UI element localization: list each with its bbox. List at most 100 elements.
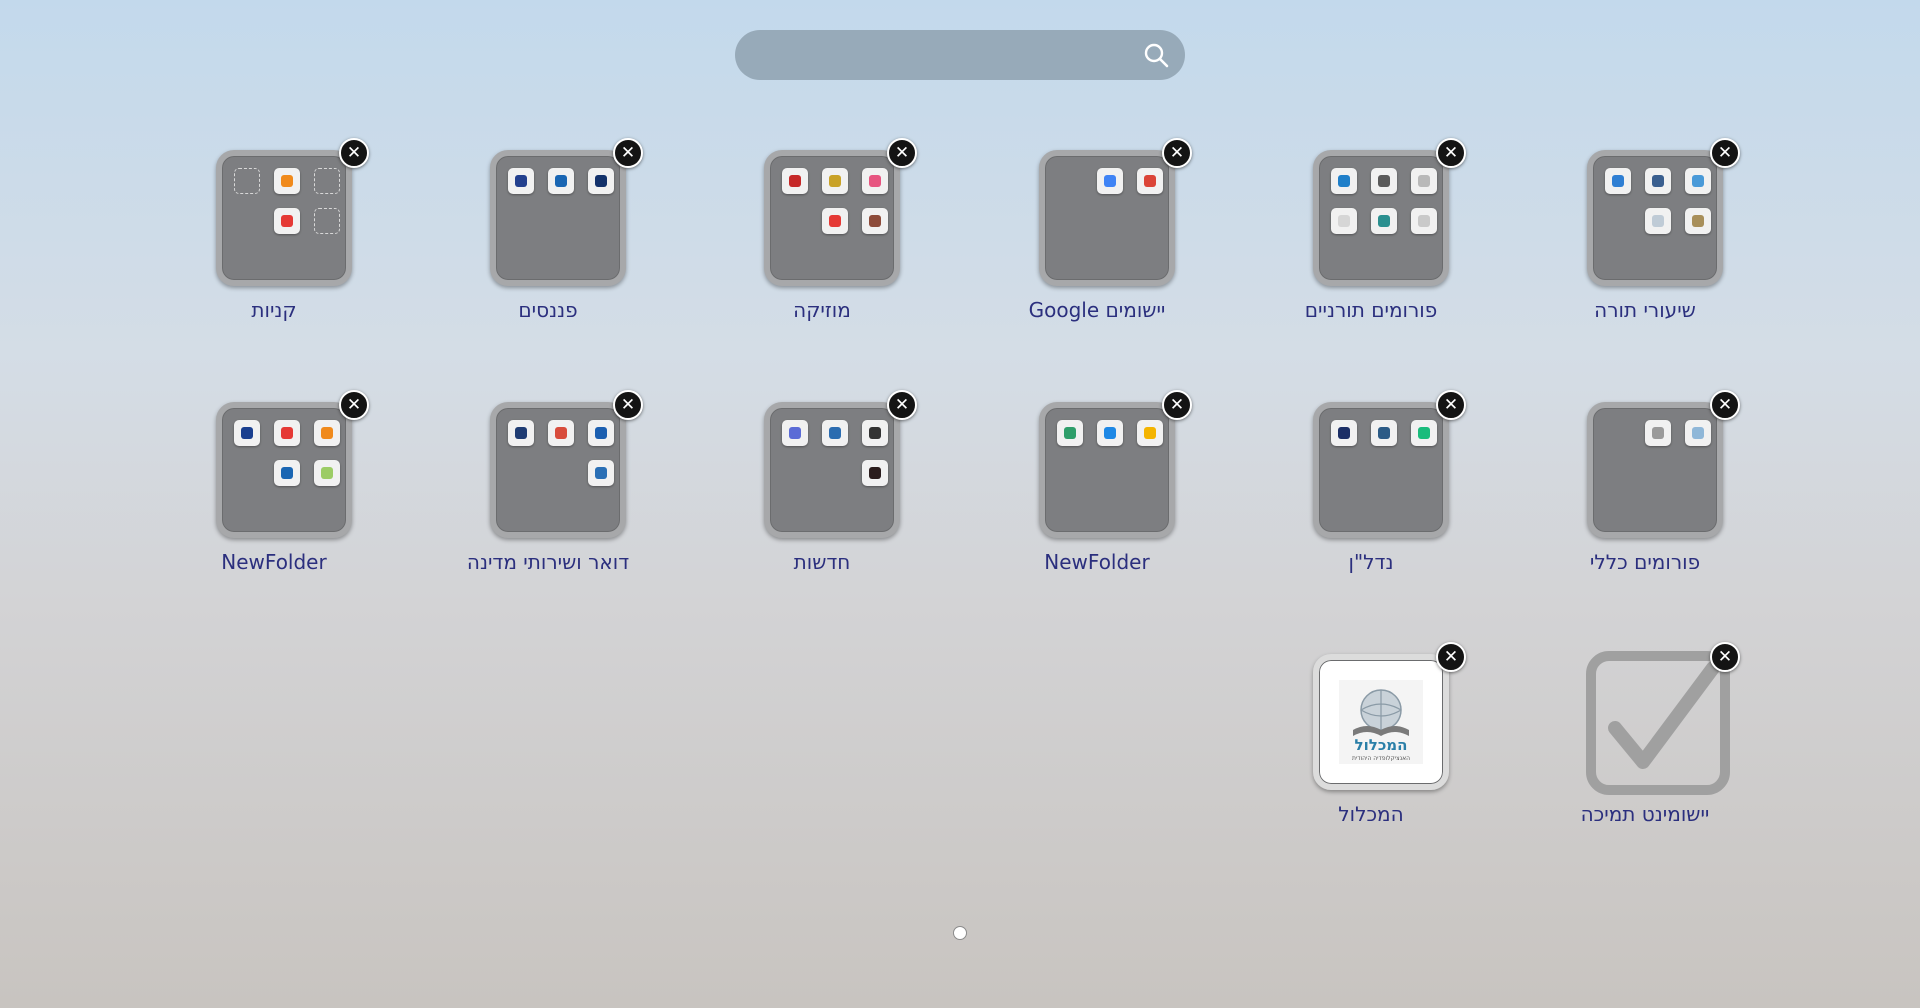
app-yeshuminet-support[interactable]: ✕ יישומינט תמיכה	[1545, 642, 1745, 844]
remove-folder-button[interactable]: ✕	[339, 390, 369, 420]
folder-torah-forums[interactable]: ✕ פורומים תורניים	[1271, 138, 1471, 340]
app-thumbnail-icon	[862, 460, 888, 486]
folder-icon-frame	[490, 402, 626, 538]
folder-label: שיעורי תורה	[1594, 298, 1696, 322]
app-icon-frame: המכלול האנציקלופדיה היהודית	[1313, 654, 1449, 790]
app-thumbnail-icon	[1371, 168, 1397, 194]
app-thumbnail-icon	[1137, 420, 1163, 446]
app-thumbnail-icon	[1645, 168, 1671, 194]
app-thumbnail-icon	[1411, 208, 1437, 234]
folder-icon-frame	[1313, 402, 1449, 538]
search-bar[interactable]	[735, 30, 1185, 82]
app-thumbnail-icon	[314, 420, 340, 446]
app-thumbnail-icon	[822, 208, 848, 234]
app-thumbnail-icon	[1097, 168, 1123, 194]
app-thumbnail-icon	[862, 208, 888, 234]
remove-folder-button[interactable]: ✕	[887, 138, 917, 168]
app-thumbnail-icon	[822, 168, 848, 194]
folder-label: פורומים כללי	[1589, 550, 1701, 574]
remove-folder-button[interactable]: ✕	[1162, 390, 1192, 420]
app-thumbnail-icon	[1331, 208, 1357, 234]
folder-icon-frame	[216, 150, 352, 286]
remove-folder-button[interactable]: ✕	[339, 138, 369, 168]
folder-label: נדל"ן	[1348, 550, 1394, 574]
search-icon[interactable]	[1143, 42, 1169, 68]
folder-icon-frame	[764, 402, 900, 538]
folder-real-estate[interactable]: ✕ נדל"ן	[1271, 390, 1471, 592]
empty-slot	[314, 208, 340, 234]
empty-slot	[234, 168, 260, 194]
page-indicator-dot[interactable]	[953, 926, 967, 940]
folder-label: יישומים Google	[1028, 298, 1166, 322]
folder-general-forums[interactable]: ✕ פורומים כללי	[1545, 390, 1745, 592]
remove-folder-button[interactable]: ✕	[1162, 138, 1192, 168]
folder-google-apps[interactable]: ✕ יישומים Google	[997, 138, 1197, 340]
app-thumbnail-icon	[1645, 420, 1671, 446]
checkmark-icon	[1586, 651, 1730, 795]
remove-app-button[interactable]: ✕	[1436, 642, 1466, 672]
app-label: יישומינט תמיכה	[1580, 802, 1710, 826]
remove-folder-button[interactable]: ✕	[613, 390, 643, 420]
folder-music[interactable]: ✕ מוזיקה	[722, 138, 922, 340]
app-thumbnail-icon	[862, 168, 888, 194]
folder-label: קניות	[251, 298, 297, 322]
folder-mail-gov[interactable]: ✕ דואר ושירותי מדינה	[448, 390, 648, 592]
app-thumbnail-icon	[588, 420, 614, 446]
folder-newfolder-1[interactable]: ✕ NewFolder	[997, 390, 1197, 592]
search-input[interactable]	[759, 30, 1123, 82]
remove-folder-button[interactable]: ✕	[613, 138, 643, 168]
folder-icon-frame	[1039, 402, 1175, 538]
hamichlol-logo-icon: המכלול האנציקלופדיה היהודית	[1339, 680, 1423, 764]
folder-newfolder-2[interactable]: ✕ NewFolder	[174, 390, 374, 592]
app-thumbnail-icon	[1645, 208, 1671, 234]
folder-label: NewFolder	[221, 550, 327, 574]
folder-icon-frame	[764, 150, 900, 286]
remove-folder-button[interactable]: ✕	[1710, 138, 1740, 168]
folder-label: פורומים תורניים	[1304, 298, 1438, 322]
remove-folder-button[interactable]: ✕	[1710, 390, 1740, 420]
folder-icon-frame	[1587, 150, 1723, 286]
folder-shopping[interactable]: ✕ קניות	[174, 138, 374, 340]
folder-icon-frame	[1587, 402, 1723, 538]
app-thumbnail-icon	[1411, 168, 1437, 194]
app-thumbnail-icon	[1097, 420, 1123, 446]
folder-label: NewFolder	[1044, 550, 1150, 574]
app-hamichlol[interactable]: המכלול האנציקלופדיה היהודית ✕ המכלול	[1271, 642, 1471, 844]
app-thumbnail-icon	[1605, 168, 1631, 194]
app-thumbnail-icon	[1411, 420, 1437, 446]
folder-label: מוזיקה	[793, 298, 851, 322]
app-thumbnail-icon	[234, 420, 260, 446]
remove-folder-button[interactable]: ✕	[887, 390, 917, 420]
app-thumbnail-icon	[548, 420, 574, 446]
folder-torah-lessons[interactable]: ✕ שיעורי תורה	[1545, 138, 1745, 340]
remove-app-button[interactable]: ✕	[1710, 642, 1740, 672]
folder-label: חדשות	[793, 550, 851, 574]
app-thumbnail-icon	[548, 168, 574, 194]
app-thumbnail-icon	[822, 420, 848, 446]
app-thumbnail-icon	[274, 420, 300, 446]
app-thumbnail-icon	[274, 460, 300, 486]
app-thumbnail-icon	[1331, 168, 1357, 194]
app-label: המכלול	[1338, 802, 1404, 826]
app-thumbnail-icon	[274, 168, 300, 194]
app-thumbnail-icon	[782, 420, 808, 446]
app-thumbnail-icon	[588, 460, 614, 486]
empty-slot	[314, 168, 340, 194]
folder-label: דואר ושירותי מדינה	[466, 550, 630, 574]
app-thumbnail-icon	[1057, 420, 1083, 446]
folder-finance[interactable]: ✕ פננסים	[448, 138, 648, 340]
folder-label: פננסים	[518, 298, 578, 322]
app-thumbnail-icon	[782, 168, 808, 194]
folder-news[interactable]: ✕ חדשות	[722, 390, 922, 592]
app-thumbnail-icon	[1685, 168, 1711, 194]
app-thumbnail-icon	[508, 168, 534, 194]
app-thumbnail-icon	[274, 208, 300, 234]
logo-subtext: האנציקלופדיה היהודית	[1352, 755, 1410, 762]
app-thumbnail-icon	[314, 460, 340, 486]
app-thumbnail-icon	[1371, 208, 1397, 234]
app-thumbnail-icon	[588, 168, 614, 194]
folder-icon-frame	[1039, 150, 1175, 286]
folder-icon-frame	[216, 402, 352, 538]
remove-folder-button[interactable]: ✕	[1436, 390, 1466, 420]
remove-folder-button[interactable]: ✕	[1436, 138, 1466, 168]
